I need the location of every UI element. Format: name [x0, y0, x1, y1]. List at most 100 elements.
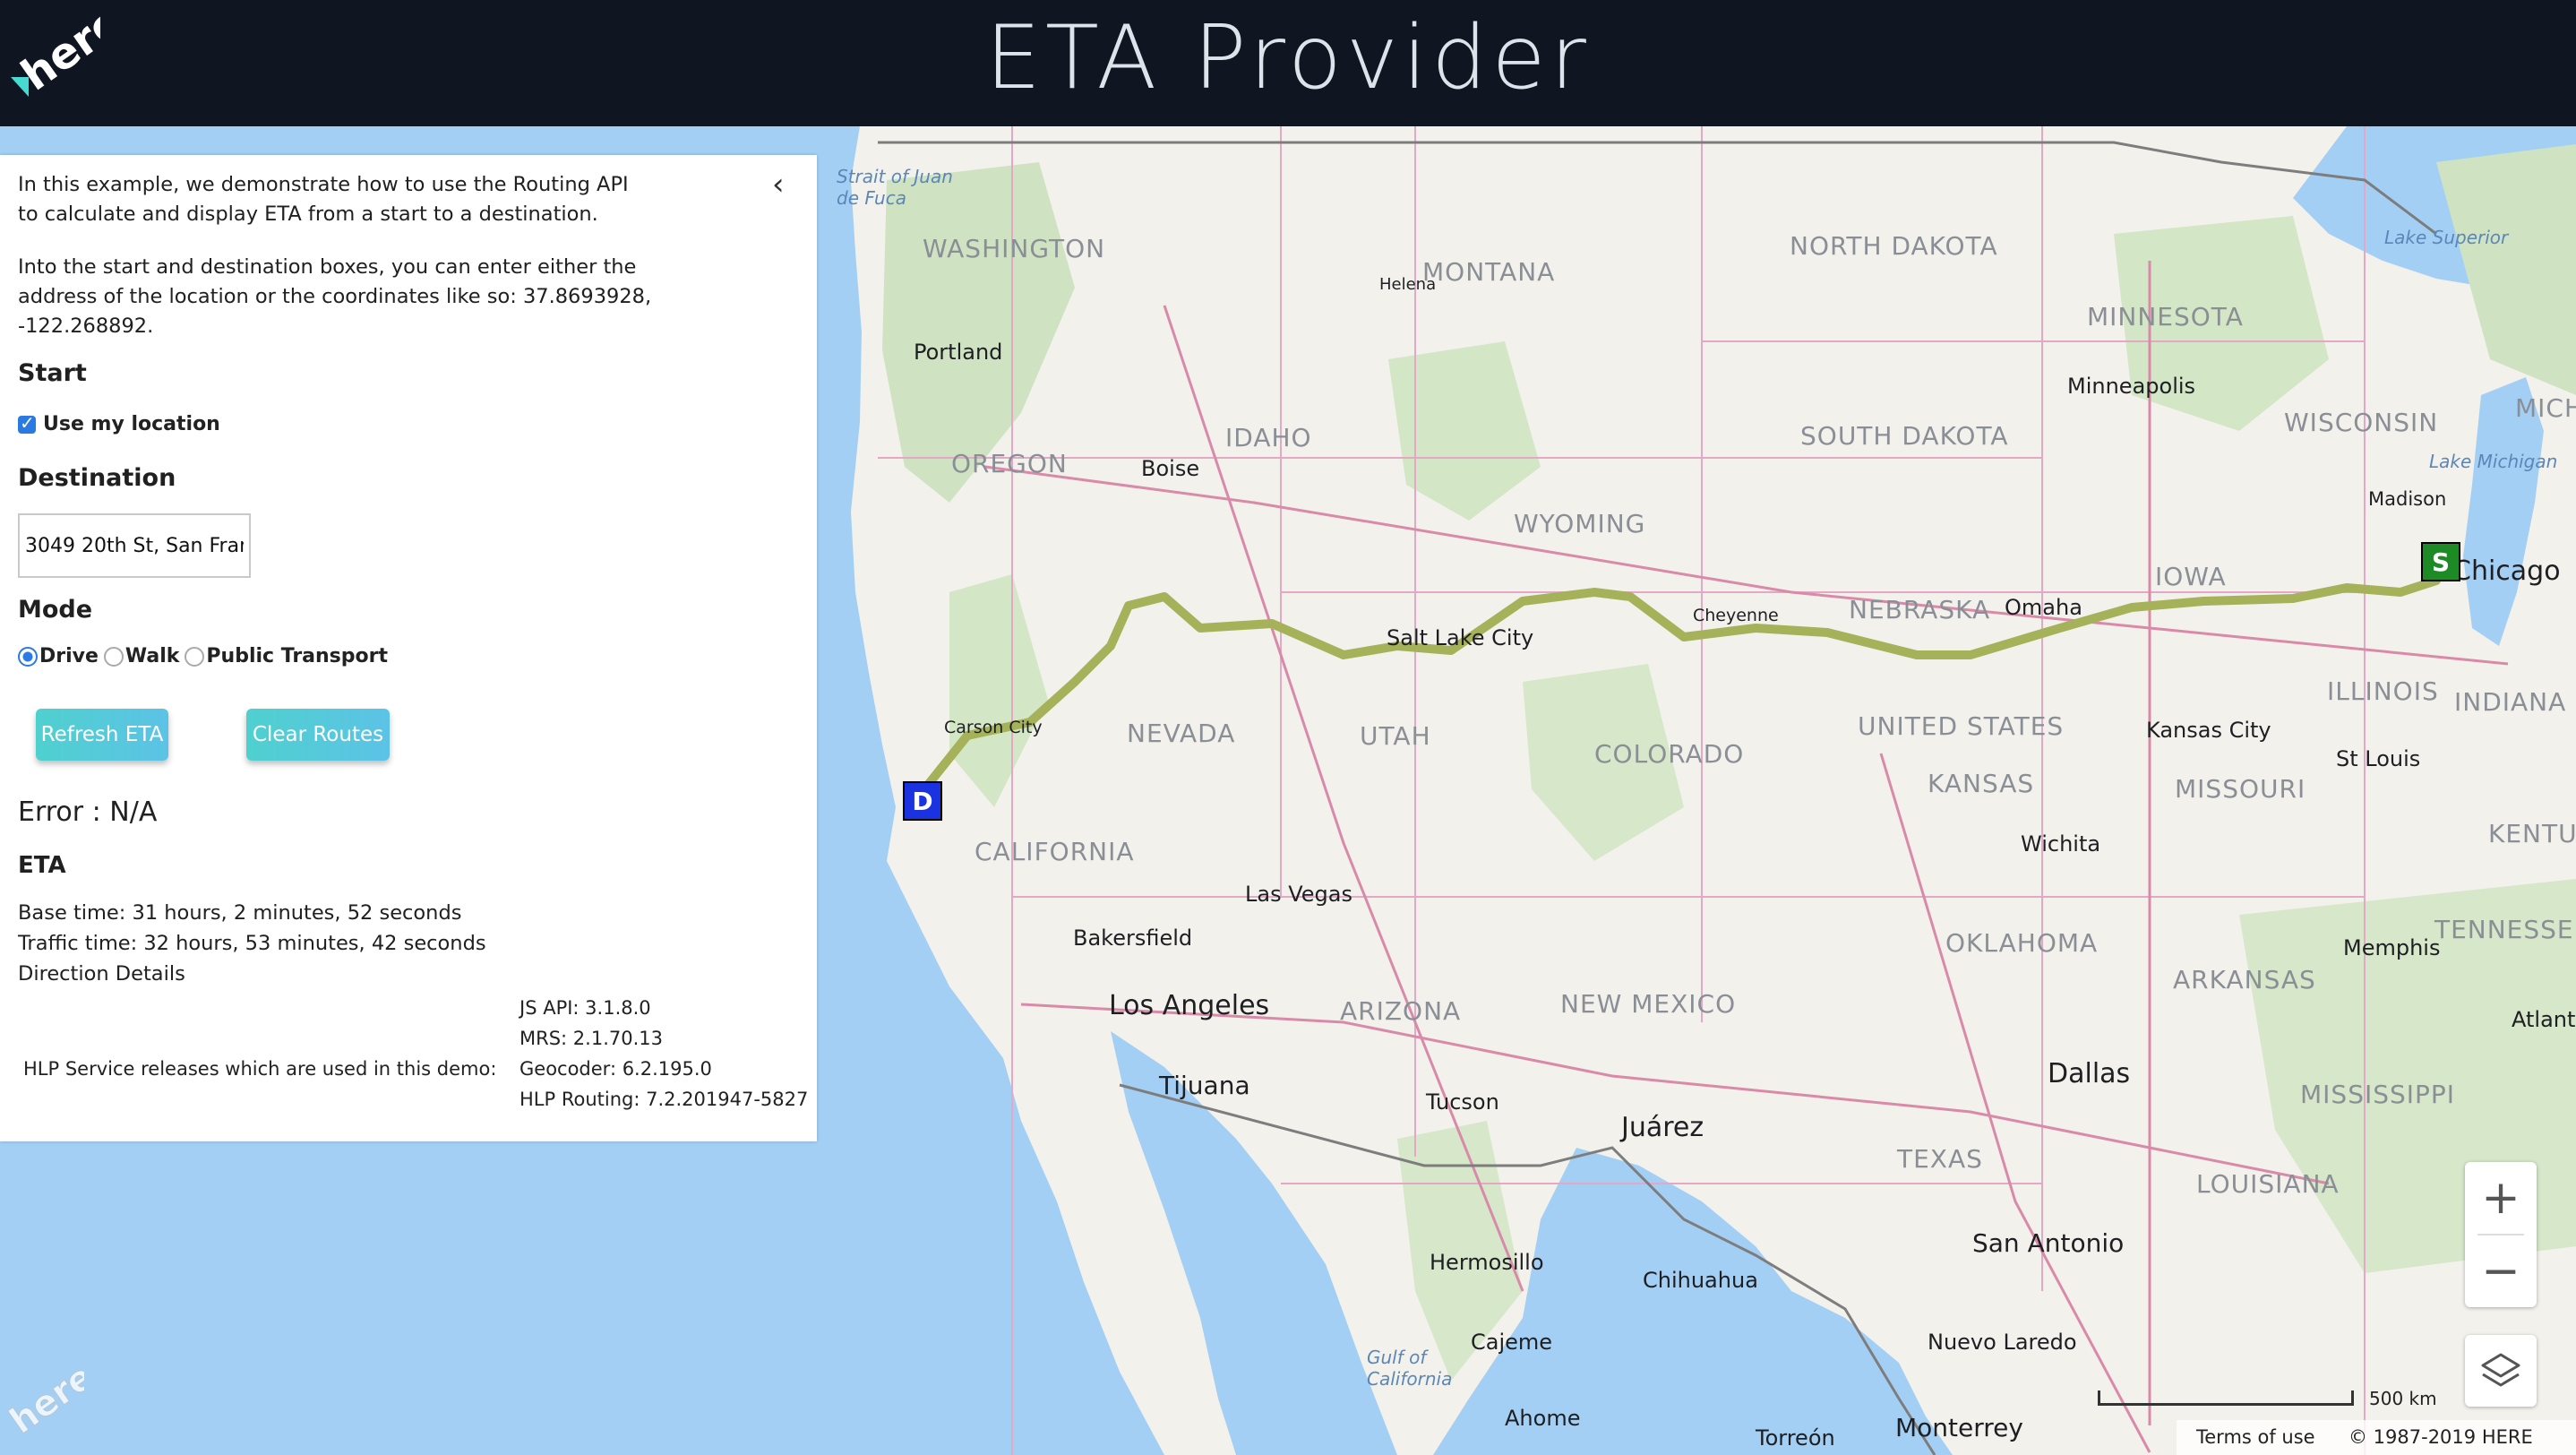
layers-button[interactable]: [2465, 1335, 2537, 1407]
city-label: Hermosillo: [1430, 1250, 1544, 1275]
state-label: NORTH DAKOTA: [1790, 231, 1998, 261]
state-label: OKLAHOMA: [1945, 928, 2099, 958]
city-label: St Louis: [2336, 746, 2421, 771]
release-item: JS API: 3.1.8.0: [519, 997, 651, 1019]
state-label: MONTANA: [1422, 257, 1556, 287]
city-label: Wichita: [2021, 831, 2101, 857]
mode-public-transport-label: Public Transport: [206, 645, 389, 667]
city-label: Ahome: [1505, 1406, 1581, 1431]
eta-heading: ETA: [18, 852, 66, 879]
destination-input[interactable]: [18, 513, 251, 578]
city-label: Omaha: [2005, 595, 2082, 620]
base-time-text: Base time: 31 hours, 2 minutes, 52 secon…: [18, 901, 462, 925]
mode-walk-label: Walk: [125, 645, 180, 667]
state-label: NEVADA: [1127, 719, 1236, 748]
state-label: IDAHO: [1225, 423, 1312, 452]
state-label: MINNESOTA: [2087, 302, 2244, 331]
city-label: Kansas City: [2146, 718, 2271, 743]
mode-drive-option[interactable]: Drive: [18, 645, 99, 667]
mode-radio-group: Drive Walk Public Transport: [18, 645, 393, 667]
city-label: Juárez: [1621, 1112, 1704, 1143]
refresh-eta-button[interactable]: Refresh ETA: [36, 709, 168, 761]
radio-icon[interactable]: [185, 646, 205, 667]
svg-text:here: here: [3, 1356, 84, 1437]
releases-label: HLP Service releases which are used in t…: [23, 1058, 497, 1080]
city-label: Las Vegas: [1245, 882, 1352, 907]
sidebar-panel: ‹ In this example, we demonstrate how to…: [0, 155, 817, 1141]
city-label: Tucson: [1426, 1089, 1499, 1115]
state-label: CALIFORNIA: [975, 837, 1135, 866]
state-label: UTAH: [1360, 721, 1431, 751]
state-label: TEXAS: [1897, 1144, 1983, 1174]
city-label: Cajeme: [1471, 1330, 1553, 1355]
mode-drive-label: Drive: [39, 645, 99, 667]
mode-heading: Mode: [18, 596, 93, 624]
state-label: WASHINGTON: [923, 234, 1106, 263]
state-label: TENNESSEE: [2434, 915, 2576, 944]
error-text: Error : N/A: [18, 796, 158, 828]
state-label: MISSOURI: [2175, 774, 2306, 804]
state-label: MICHIGAN: [2515, 393, 2576, 423]
use-location-checkbox[interactable]: Use my location: [18, 412, 220, 435]
city-label: Monterrey: [1895, 1413, 2023, 1442]
use-location-label: Use my location: [43, 413, 220, 435]
water-label: Lake Superior: [2384, 227, 2509, 248]
state-label: KENTUCKY: [2488, 819, 2576, 848]
release-item: HLP Routing: 7.2.201947-5827: [519, 1089, 809, 1110]
minus-icon[interactable]: −: [2465, 1235, 2537, 1307]
city-label: Bakersfield: [1073, 926, 1193, 951]
terms-of-use-link[interactable]: Terms of use: [2196, 1426, 2315, 1448]
state-label: UNITED STATES: [1858, 711, 2065, 741]
city-label: Los Angeles: [1109, 990, 1270, 1021]
mode-walk-option[interactable]: Walk: [103, 645, 180, 667]
city-label: Torreón: [1756, 1425, 1835, 1451]
clear-routes-button[interactable]: Clear Routes: [246, 709, 390, 761]
state-label: ILLINOIS: [2327, 676, 2439, 706]
state-label: WYOMING: [1514, 509, 1646, 538]
destination-marker[interactable]: D: [903, 781, 942, 821]
scale-bar: [2098, 1390, 2354, 1406]
city-label: Chicago: [2452, 555, 2561, 587]
radio-selected-icon[interactable]: [18, 646, 38, 667]
city-label: Nuevo Laredo: [1928, 1330, 2077, 1355]
city-label: Atlanta: [2512, 1007, 2576, 1032]
city-label: Dallas: [2048, 1058, 2131, 1089]
release-item: MRS: 2.1.70.13: [519, 1028, 663, 1049]
state-label: IOWA: [2155, 562, 2227, 591]
city-label: Salt Lake City: [1387, 625, 1534, 650]
layers-icon: [2481, 1353, 2520, 1387]
city-label: Madison: [2368, 488, 2447, 510]
checkbox-checked-icon[interactable]: [18, 412, 36, 434]
city-label: Portland: [914, 340, 1003, 365]
city-label: Minneapolis: [2067, 374, 2196, 399]
state-label: ARIZONA: [1340, 996, 1462, 1026]
start-marker[interactable]: S: [2421, 542, 2460, 581]
app-header: here ETA Provider: [0, 0, 2576, 126]
water-label: Strait of Juan de Fuca: [837, 166, 953, 209]
city-label: Tijuana: [1159, 1071, 1250, 1100]
city-label: Carson City: [944, 718, 1043, 737]
radio-icon[interactable]: [103, 646, 124, 667]
city-label: Boise: [1141, 456, 1200, 481]
here-watermark-logo: here: [2, 1356, 84, 1437]
water-label: Lake Michigan: [2429, 451, 2558, 472]
state-label: WISCONSIN: [2284, 408, 2439, 437]
state-label: MISSISSIPPI: [2300, 1080, 2456, 1109]
intro-text-coordinates: Into the start and destination boxes, yo…: [18, 255, 652, 338]
zoom-control: + −: [2465, 1162, 2537, 1307]
state-label: NEW MEXICO: [1560, 989, 1737, 1019]
release-item: Geocoder: 6.2.195.0: [519, 1058, 712, 1080]
plus-icon[interactable]: +: [2465, 1162, 2537, 1234]
city-label: Memphis: [2343, 935, 2441, 960]
scale-label: 500 km: [2369, 1388, 2437, 1409]
city-label: Chihuahua: [1643, 1268, 1758, 1293]
state-label: INDIANA: [2454, 687, 2567, 717]
state-label: KANSAS: [1928, 769, 2035, 798]
city-label: San Antonio: [1972, 1228, 2125, 1258]
start-heading: Start: [18, 359, 87, 387]
state-label: OREGON: [951, 449, 1068, 478]
mode-public-transport-option[interactable]: Public Transport: [185, 645, 388, 667]
chevron-left-icon[interactable]: ‹: [772, 167, 785, 202]
page-title: ETA Provider: [985, 7, 1591, 109]
direction-details-text: Direction Details: [18, 962, 185, 986]
